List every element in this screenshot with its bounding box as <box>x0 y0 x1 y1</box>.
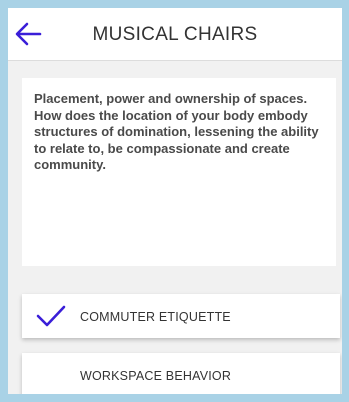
option-commuter-etiquette[interactable]: COMMUTER ETIQUETTE <box>22 294 340 338</box>
option-label: COMMUTER ETIQUETTE <box>80 310 231 324</box>
description-card: Placement, power and ownership of spaces… <box>22 78 336 266</box>
app-screen: MUSICAL CHAIRS Placement, power and owne… <box>8 8 342 394</box>
option-label: WORKSPACE BEHAVIOR <box>80 369 232 383</box>
checkmark-icon <box>36 305 66 327</box>
page-title: MUSICAL CHAIRS <box>92 24 258 45</box>
option-workspace-behavior[interactable]: WORKSPACE BEHAVIOR <box>22 353 340 394</box>
description-text: Placement, power and ownership of spaces… <box>34 91 319 172</box>
header-bar: MUSICAL CHAIRS <box>8 8 342 61</box>
